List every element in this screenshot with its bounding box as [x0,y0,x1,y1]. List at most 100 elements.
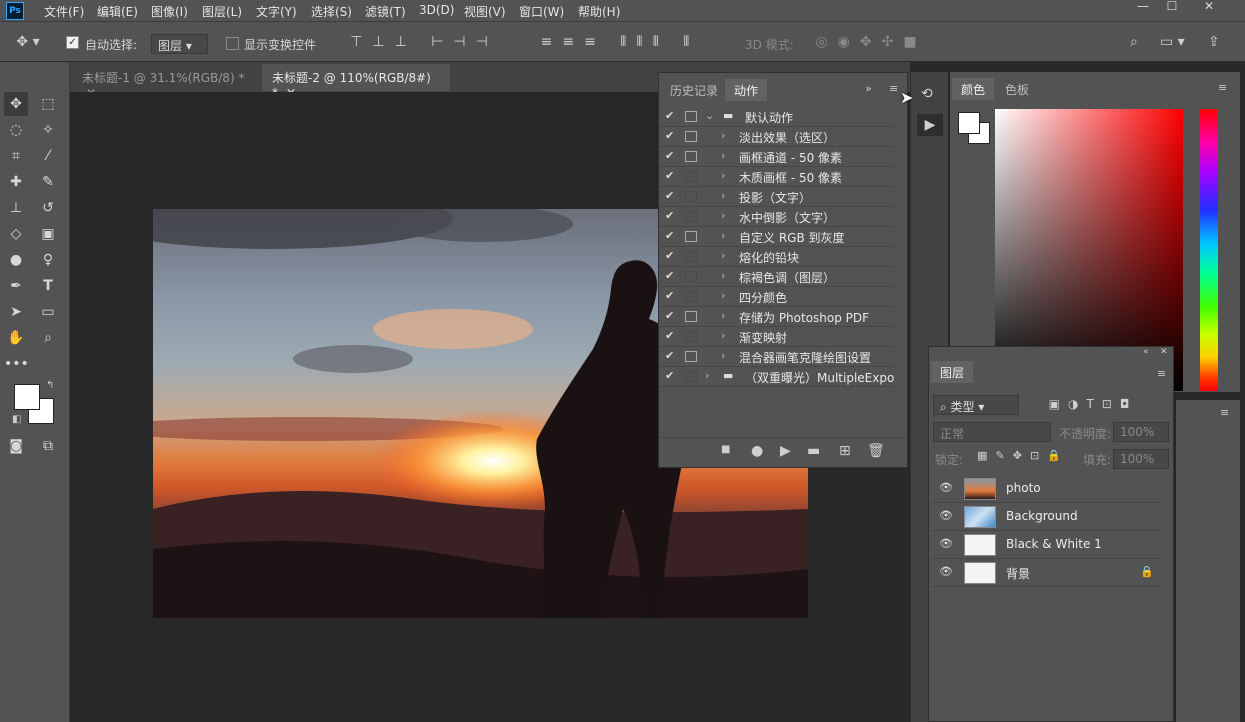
fill-input[interactable]: 100% [1113,449,1169,469]
action-toggle-check-icon[interactable]: ✔ [665,169,679,182]
chevron-down-icon[interactable]: ⌄ [705,109,714,122]
chevron-right-icon[interactable]: › [721,249,725,262]
play-icon[interactable]: ▶ [780,443,791,459]
dialog-toggle-icon[interactable] [685,291,697,302]
action-row[interactable]: ✔ › 四分颜色 [659,287,893,307]
search-icon[interactable]: ⌕ [1130,34,1138,50]
foreground-color-swatch[interactable] [14,384,40,410]
action-row[interactable]: ✔ › 投影（文字） [659,187,893,207]
dialog-toggle-icon[interactable] [685,191,697,202]
action-row[interactable]: ✔ › 水中倒影（文字） [659,207,893,227]
chevron-right-icon[interactable]: › [721,289,725,302]
dialog-toggle-icon[interactable] [685,351,697,362]
chevron-right-icon[interactable]: › [721,129,725,142]
dialog-toggle-icon[interactable] [685,131,697,142]
chevron-right-icon[interactable]: › [721,209,725,222]
menu-edit[interactable]: 编辑(E) [97,3,138,20]
menu-type[interactable]: 文字(Y) [256,3,297,20]
dialog-toggle-icon[interactable] [685,211,697,222]
distribute-icons[interactable]: ≡≡≡ ⦀⦀⦀ ⦀ [520,34,720,50]
action-toggle-check-icon[interactable]: ✔ [665,329,679,342]
dialog-toggle-icon[interactable] [685,251,697,262]
action-row[interactable]: ✔ › 画框通道 - 50 像素 [659,147,893,167]
eyedropper-icon[interactable]: ⁄ [36,144,60,168]
layers-menu-icon[interactable]: ≡ [1157,367,1166,380]
layer-filter-dropdown[interactable]: ⌕ 类型 ▾ [933,395,1019,415]
action-row[interactable]: ✔ › 熔化的铅块 [659,247,893,267]
chevron-right-icon[interactable]: › [721,309,725,322]
layer-row[interactable]: 👁 背景 🔒 [930,559,1160,587]
panel-menu-icon[interactable]: ≡ [889,82,898,95]
new-set-folder-icon[interactable]: ▬ [807,443,820,459]
dialog-toggle-icon[interactable] [685,171,697,182]
visibility-eye-icon[interactable]: 👁 [939,565,953,578]
dodge-tool-icon[interactable]: ♀ [36,248,60,272]
record-icon[interactable]: ● [751,443,763,459]
move-tool-icon[interactable]: ✥ [4,92,28,116]
zoom-tool-icon[interactable]: ⌕ [36,326,60,350]
show-transform-checkbox[interactable] [226,37,239,50]
screen-mode-icon[interactable]: ⧉ [36,434,60,458]
menu-filter[interactable]: 滤镜(T) [365,3,406,20]
action-row[interactable]: ✔ › 自定义 RGB 到灰度 [659,227,893,247]
maximize-icon[interactable]: ☐ [1159,0,1185,14]
action-row[interactable]: ✔ › 存储为 Photoshop PDF [659,307,893,327]
history-brush-icon[interactable]: ↺ [36,196,60,220]
tab-swatches[interactable]: 色板 [996,78,1038,100]
swap-colors-icon[interactable]: ↰ [46,380,54,391]
stamp-tool-icon[interactable]: ⊥ [4,196,28,220]
chevron-right-icon[interactable]: › [721,349,725,362]
collapse-panel-icon[interactable]: » [865,82,872,95]
blend-mode-dropdown[interactable]: 正常 [933,422,1051,442]
3d-mode-icons[interactable]: ◎◉✥✣■ [806,34,936,50]
menu-view[interactable]: 视图(V) [464,3,506,20]
dialog-toggle-icon[interactable] [685,111,697,122]
crop-tool-icon[interactable]: ⌗ [4,144,28,168]
lasso-tool-icon[interactable]: ◌ [4,118,28,142]
type-tool-icon[interactable]: T [36,274,60,298]
visibility-eye-icon[interactable]: 👁 [939,509,953,522]
auto-select-checkbox[interactable]: ✓ [66,36,79,49]
action-toggle-check-icon[interactable]: ✔ [665,289,679,302]
align-icons[interactable]: ⊤⊥⊥ ⊢⊣⊣ [344,34,504,50]
stop-icon[interactable]: ■ [721,444,730,455]
action-row[interactable]: ✔ › 木质画框 - 50 像素 [659,167,893,187]
workspace-icon[interactable]: ▭ ▾ [1160,34,1185,50]
blur-tool-icon[interactable]: ● [4,248,28,272]
chevron-right-icon[interactable]: › [721,189,725,202]
action-row[interactable]: ▬ ✔ › （双重曝光）MultipleExpo... [659,367,895,387]
hand-tool-icon[interactable]: ✋ [4,326,28,350]
dialog-toggle-icon[interactable] [685,151,697,162]
minimize-icon[interactable]: — [1130,0,1156,14]
action-toggle-check-icon[interactable]: ✔ [665,109,679,122]
menu-image[interactable]: 图像(I) [151,3,188,20]
tab-actions[interactable]: 动作 [725,79,768,101]
actions-panel-icon[interactable]: ▶ [917,114,943,136]
action-toggle-check-icon[interactable]: ✔ [665,209,679,222]
move-tool-preset-icon[interactable]: ✥ ▾ [14,34,42,50]
action-row[interactable]: ✔ › 棕褐色调（图层） [659,267,893,287]
share-icon[interactable]: ⇪ [1208,34,1220,50]
eraser-tool-icon[interactable]: ◇ [4,222,28,246]
action-toggle-check-icon[interactable]: ✔ [665,309,679,322]
default-colors-icon[interactable]: ◧ [12,414,21,425]
color-panel-menu-icon[interactable]: ≡ [1218,81,1227,94]
history-panel-icon[interactable]: ⟲ [921,86,933,102]
opacity-input[interactable]: 100% [1113,422,1169,442]
dialog-toggle-icon[interactable] [685,231,697,242]
visibility-eye-icon[interactable]: 👁 [939,537,953,550]
auto-select-dropdown[interactable]: 图层 ▾ [151,34,208,54]
tab-color[interactable]: 颜色 [952,78,995,100]
action-toggle-check-icon[interactable]: ✔ [665,269,679,282]
action-toggle-check-icon[interactable]: ✔ [665,149,679,162]
trash-icon[interactable]: 🗑 [867,443,885,459]
chevron-right-icon[interactable]: › [721,149,725,162]
visibility-eye-icon[interactable]: 👁 [939,481,953,494]
menu-3d[interactable]: 3D(D) [419,3,454,17]
layer-row[interactable]: 👁 Background [930,503,1160,531]
menu-file[interactable]: 文件(F) [44,3,84,20]
dialog-toggle-icon[interactable] [685,331,697,342]
action-toggle-check-icon[interactable]: ✔ [665,249,679,262]
healing-brush-icon[interactable]: ✚ [4,170,28,194]
path-select-icon[interactable]: ➤ [4,300,28,324]
